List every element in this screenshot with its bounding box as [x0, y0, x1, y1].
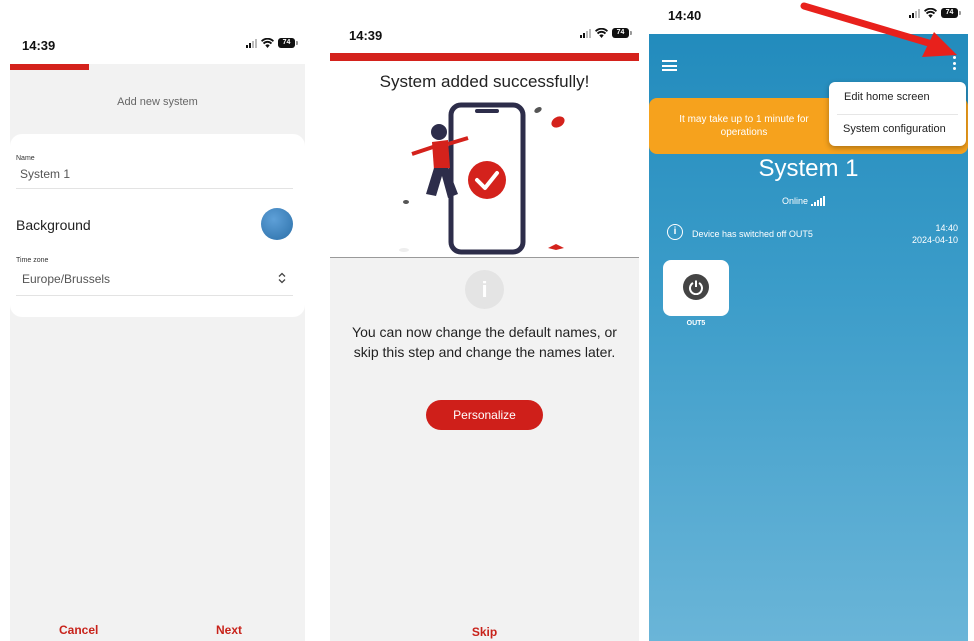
banner-text: It may take up to 1 minute for operation…	[679, 114, 809, 138]
status-time: 14:40	[668, 8, 702, 23]
status-bar: 14:39 74	[10, 0, 305, 64]
event-text: Device has switched off OUT5	[692, 229, 813, 239]
menu-item-system-configuration[interactable]: System configuration	[843, 123, 946, 135]
hamburger-menu-icon[interactable]	[662, 60, 677, 71]
event-date: 2024-04-10	[911, 235, 958, 245]
chevron-updown-icon[interactable]	[277, 272, 287, 284]
event-time: 14:40	[935, 223, 958, 233]
progress-bar	[330, 53, 639, 61]
output-label: OUT5	[686, 320, 706, 327]
name-label: Name	[16, 155, 35, 162]
event-timestamp: 14:40 2024-04-10	[912, 222, 958, 246]
output-tile[interactable]	[663, 260, 729, 316]
info-message: You can now change the default names, or…	[352, 324, 617, 360]
success-screen: 14:39 74 System added successfully! i Yo…	[330, 0, 639, 641]
home-screen: 14:40 74 It may take up to 1 minute for …	[649, 0, 968, 641]
timezone-label: Time zone	[16, 257, 49, 264]
progress-bar	[10, 64, 89, 70]
background-color-picker[interactable]	[261, 208, 293, 240]
battery-icon: 74	[278, 38, 298, 48]
status-bar: 14:39 74	[330, 0, 639, 53]
cancel-button[interactable]: Cancel	[59, 623, 98, 637]
menu-item-edit-home-screen[interactable]: Edit home screen	[844, 91, 930, 103]
name-field[interactable]: System 1	[20, 167, 70, 181]
signal-icon	[246, 38, 257, 48]
add-system-screen: 14:39 74 Add new system Name System 1 Ba…	[10, 0, 305, 641]
page-title: Add new system	[117, 96, 198, 108]
divider	[837, 114, 958, 115]
background-label: Background	[16, 217, 91, 233]
next-button[interactable]: Next	[216, 623, 242, 637]
divider	[330, 257, 639, 258]
wifi-icon	[261, 38, 274, 48]
system-name: System 1	[758, 155, 859, 182]
signal-icon	[811, 196, 826, 206]
arrow-annotation-icon	[800, 2, 957, 57]
wifi-icon	[595, 28, 608, 38]
signal-icon	[580, 28, 591, 38]
personalize-button[interactable]: Personalize	[426, 400, 543, 430]
info-icon: i	[465, 270, 504, 309]
battery-icon: 74	[612, 28, 632, 38]
status-time: 14:39	[349, 28, 383, 43]
status-time: 14:39	[22, 38, 56, 53]
connection-status: Online	[782, 196, 826, 206]
success-illustration	[399, 102, 565, 255]
divider	[16, 295, 293, 296]
info-icon: i	[667, 224, 683, 240]
timezone-select[interactable]: Europe/Brussels	[22, 272, 110, 286]
page-title: System added successfully!	[379, 72, 590, 91]
options-menu: Edit home screen System configuration	[829, 82, 966, 146]
system-form-card: Name System 1 Background Time zone Europ…	[10, 134, 305, 317]
divider	[16, 188, 293, 189]
power-icon[interactable]	[683, 274, 709, 300]
status-text: Online	[782, 196, 809, 206]
skip-button[interactable]: Skip	[330, 625, 639, 639]
